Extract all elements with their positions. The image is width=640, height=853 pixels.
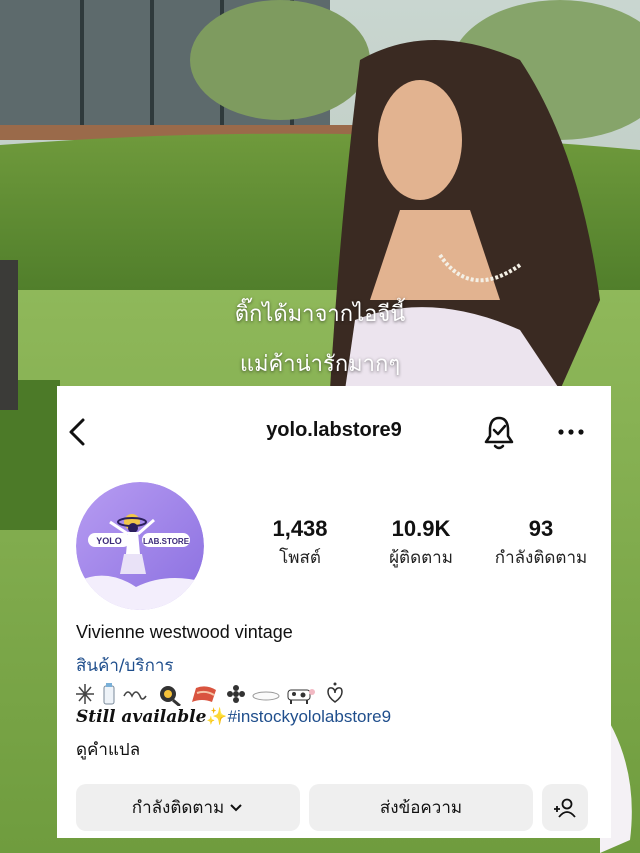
suggested-users-button[interactable]: [542, 784, 588, 831]
sparkles-emoji-icon: ✨: [206, 707, 228, 727]
profile-category[interactable]: สินค้า/บริการ: [76, 652, 174, 679]
stat-followers[interactable]: 10.9K ผู้ติดตาม: [361, 516, 481, 571]
see-translation-link[interactable]: ดูคำแปล: [76, 736, 140, 763]
bacon-icon: [192, 686, 216, 702]
chevron-down-icon: [230, 803, 242, 811]
following-button-label: กำลังติดตาม: [131, 798, 225, 818]
stat-following-count: 93: [528, 516, 554, 541]
avatar-brand-right: LAB.STORE: [143, 537, 190, 546]
ribbon-icon: [123, 691, 147, 700]
avatar-brand-left: YOLO: [96, 536, 122, 546]
stat-following-label: กำลังติดตาม: [494, 548, 588, 568]
heart-outline-icon: [327, 682, 343, 703]
stat-posts-count: 1,438: [272, 516, 328, 541]
frying-pan-egg-icon: [160, 686, 181, 708]
profile-header: yolo.labstore9: [57, 386, 611, 480]
overlay-caption-line1: ติ๊กได้มาจากไอจีนี้: [234, 302, 406, 327]
add-person-icon: [554, 798, 576, 818]
profile-username: yolo.labstore9: [266, 419, 402, 441]
bio-status-text: Still available: [76, 707, 207, 727]
profile-card: yolo.labstore9 YOLO LAB.STORE 1,438 โพสต…: [57, 386, 611, 838]
following-button[interactable]: กำลังติดตาม: [76, 784, 300, 831]
message-button-label: ส่งข้อความ: [379, 798, 463, 818]
notification-bell-icon[interactable]: [481, 414, 517, 452]
stat-posts-label: โพสต์: [279, 548, 321, 568]
stat-followers-label: ผู้ติดตาม: [389, 548, 453, 568]
milk-bottle-icon: [103, 683, 115, 705]
profile-avatar[interactable]: YOLO LAB.STORE: [76, 482, 204, 610]
message-button[interactable]: ส่งข้อความ: [309, 784, 533, 831]
bio-hashtag-link[interactable]: #instockyololabstore9: [228, 707, 391, 726]
stat-following[interactable]: 93 กำลังติดตาม: [481, 516, 601, 571]
cow-icon: [287, 689, 315, 704]
stat-followers-count: 10.9K: [391, 516, 451, 541]
plate-icon: [252, 691, 280, 701]
bio-line: Still available✨#instockyololabstore9: [76, 707, 391, 727]
sparkle-icon: [76, 684, 94, 704]
flower-icon: [227, 685, 245, 703]
overlay-caption-line2: แม่ค้าน่ารักมากๆ: [239, 352, 401, 377]
bio-emoji-row: [76, 682, 376, 708]
profile-display-name: Vivienne westwood vintage: [76, 622, 293, 642]
more-options-icon[interactable]: [554, 416, 588, 448]
stat-posts[interactable]: 1,438 โพสต์: [240, 516, 360, 571]
